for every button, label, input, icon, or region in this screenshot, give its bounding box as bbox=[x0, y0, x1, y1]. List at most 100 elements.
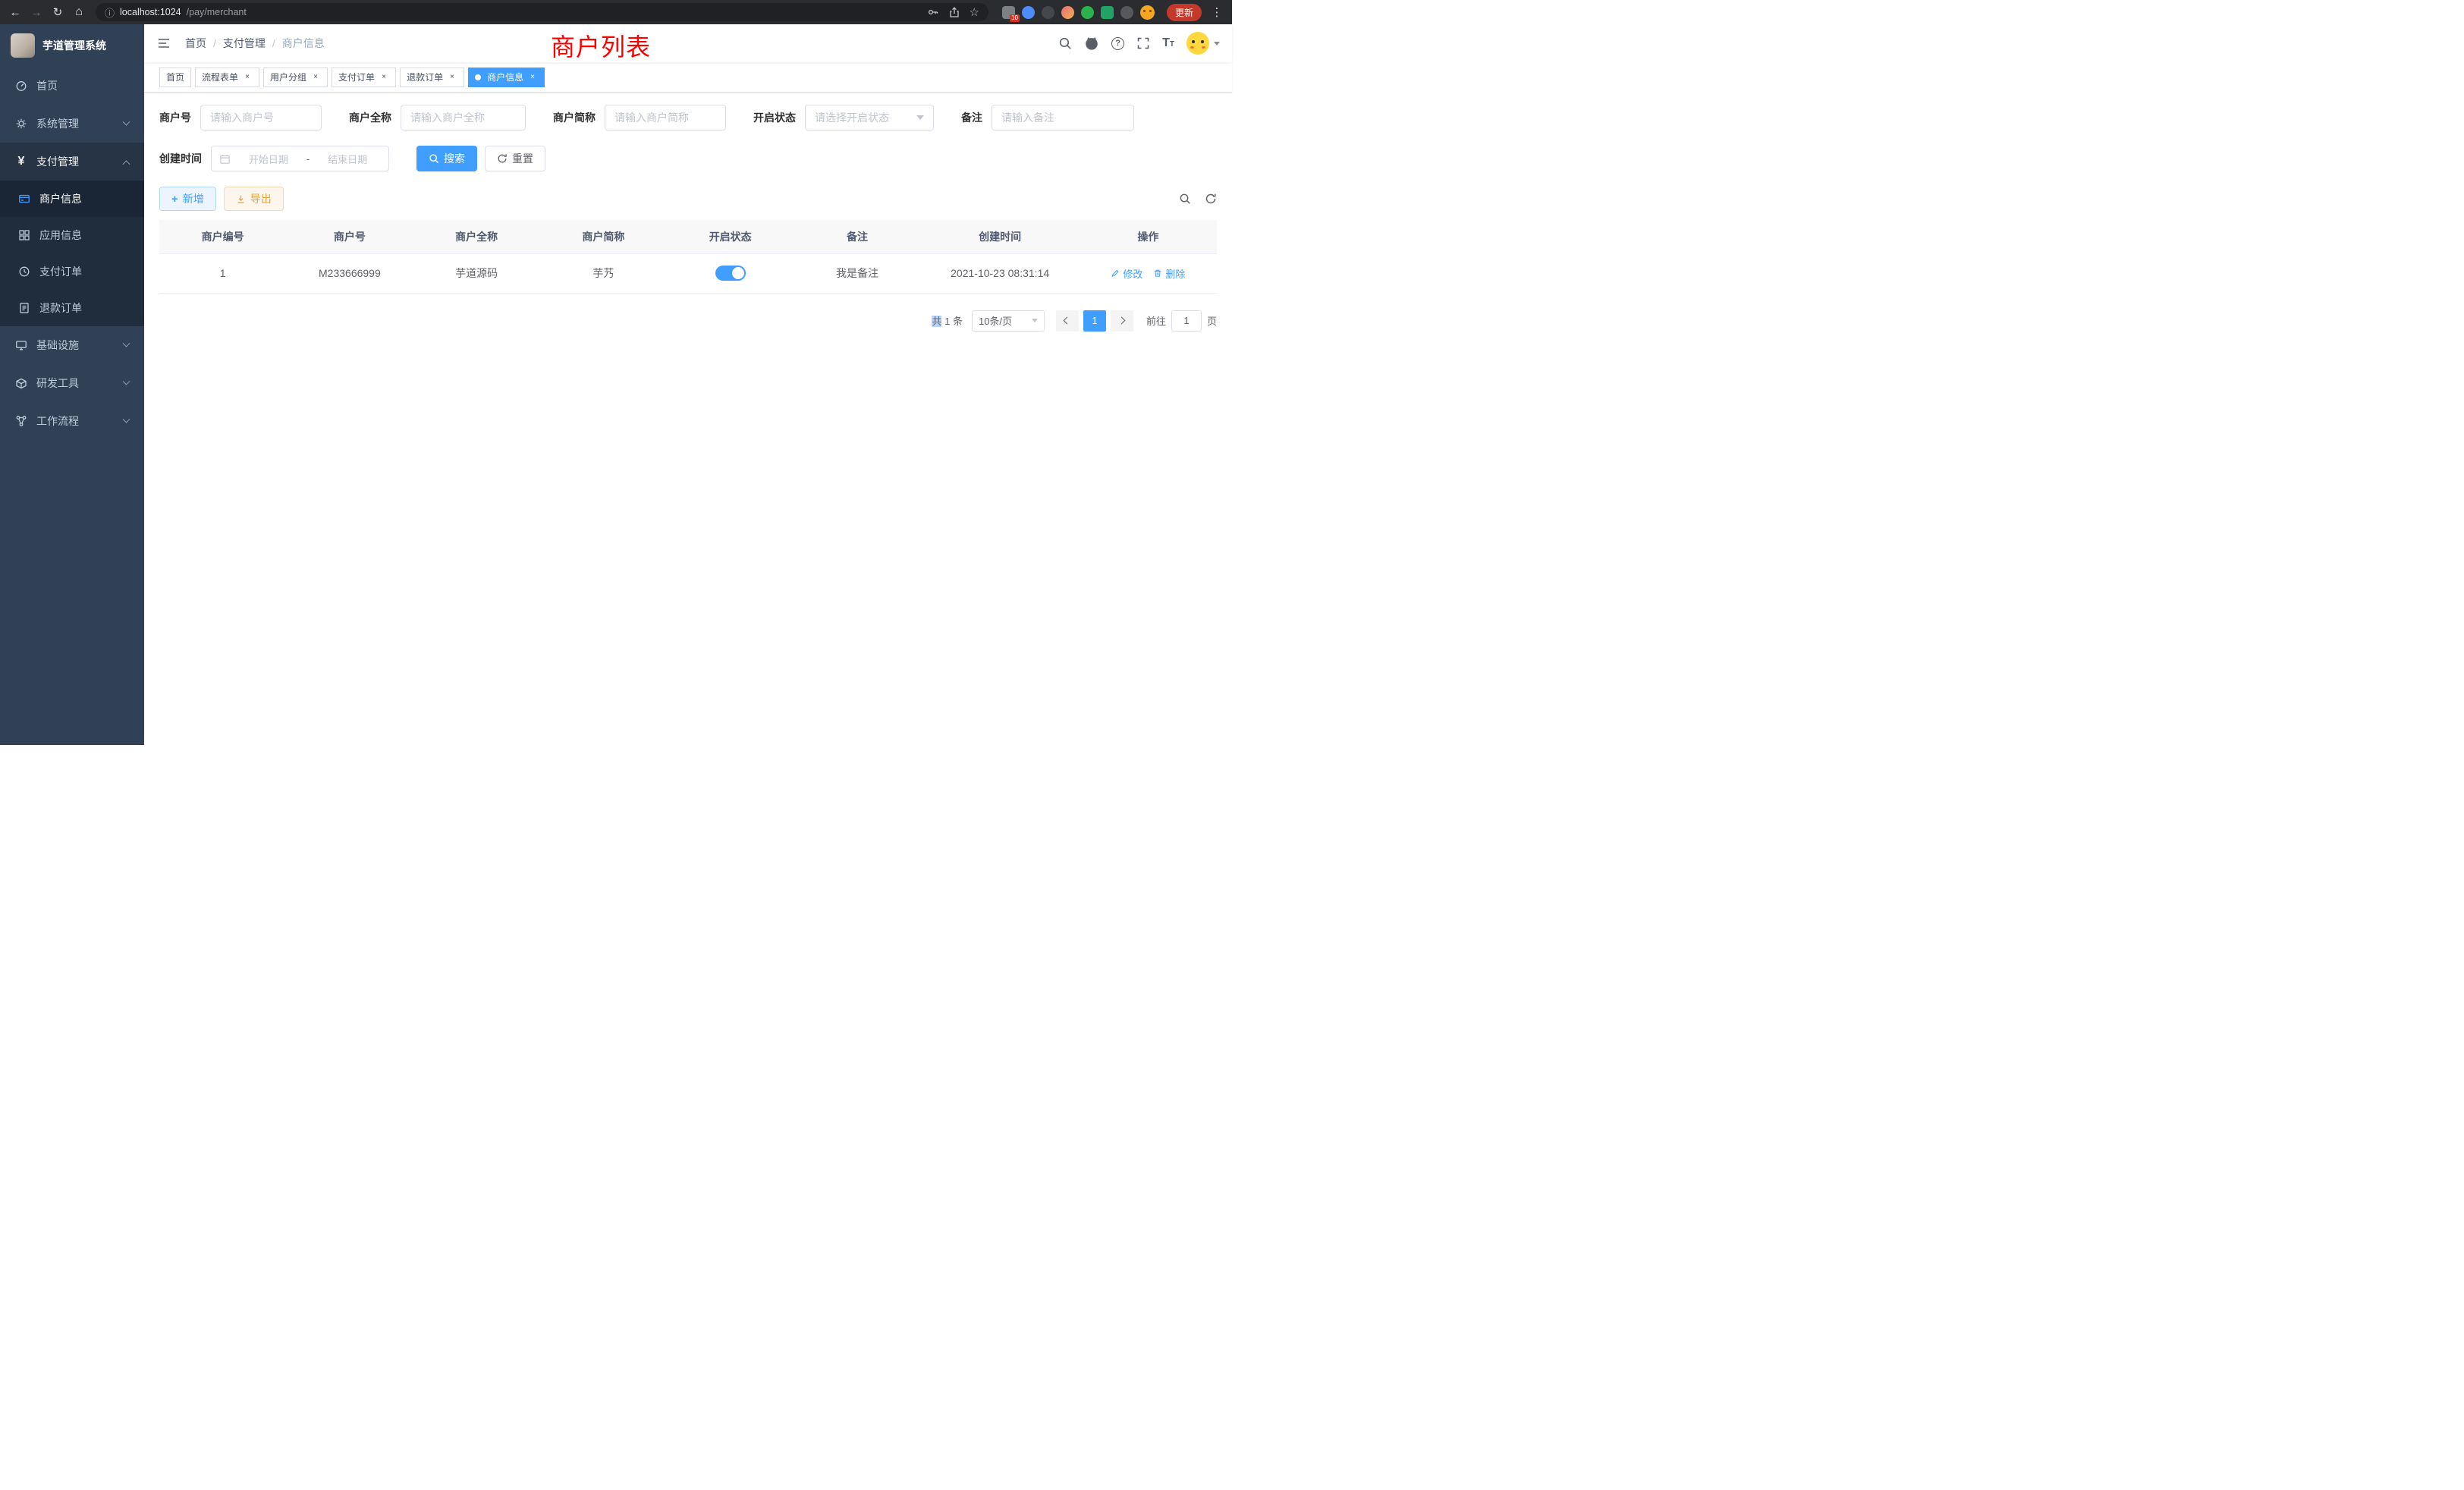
merchant-card-icon bbox=[18, 193, 30, 205]
extension-icon[interactable] bbox=[1081, 6, 1094, 19]
extension-icon[interactable]: 10 bbox=[1002, 6, 1015, 19]
sidebar-item-home[interactable]: 首页 bbox=[0, 67, 144, 105]
tab-pay-order[interactable]: 支付订单 bbox=[332, 68, 396, 87]
yen-icon: ¥ bbox=[15, 156, 27, 168]
sidebar-item-payment[interactable]: ¥ 支付管理 bbox=[0, 143, 144, 181]
tab-user-group[interactable]: 用户分组 bbox=[263, 68, 328, 87]
sidebar-item-dev-tools[interactable]: 研发工具 bbox=[0, 364, 144, 402]
browser-profile-avatar[interactable] bbox=[1140, 5, 1155, 20]
bookmark-star-icon[interactable] bbox=[970, 5, 979, 19]
address-bar[interactable]: localhost:1024 /pay/merchant bbox=[96, 3, 988, 21]
sidebar-collapse-icon[interactable] bbox=[156, 36, 171, 51]
extension-icon[interactable] bbox=[1022, 6, 1035, 19]
password-key-icon[interactable] bbox=[927, 6, 939, 18]
sidebar-item-label: 支付管理 bbox=[36, 154, 79, 169]
tab-label: 支付订单 bbox=[338, 71, 375, 83]
field-label: 开启状态 bbox=[753, 110, 796, 125]
merchant-no-input[interactable] bbox=[200, 105, 322, 130]
extension-icon[interactable] bbox=[1120, 6, 1133, 19]
total-prefix: 共 bbox=[932, 316, 941, 327]
search-button[interactable]: 搜索 bbox=[416, 146, 477, 171]
tab-label: 流程表单 bbox=[202, 71, 238, 83]
prev-page-button[interactable] bbox=[1056, 310, 1079, 332]
close-icon[interactable] bbox=[310, 72, 321, 83]
sidebar-item-system[interactable]: 系统管理 bbox=[0, 105, 144, 143]
tab-refund-order[interactable]: 退款订单 bbox=[400, 68, 464, 87]
table-header-row: 商户编号 商户号 商户全称 商户简称 开启状态 备注 创建时间 操作 bbox=[159, 220, 1217, 253]
grid-icon bbox=[18, 229, 30, 241]
fullscreen-icon[interactable] bbox=[1136, 36, 1150, 50]
caret-down-icon bbox=[916, 115, 924, 120]
breadcrumb-item[interactable]: 首页 bbox=[185, 36, 206, 51]
merchant-table: 商户编号 商户号 商户全称 商户简称 开启状态 备注 创建时间 操作 1 M23… bbox=[159, 220, 1217, 294]
cell-short-name: 芋艿 bbox=[540, 253, 667, 293]
close-icon[interactable] bbox=[447, 72, 457, 83]
select-placeholder: 请选择开启状态 bbox=[815, 110, 889, 125]
create-time-range-picker[interactable]: 开始日期 - 结束日期 bbox=[211, 146, 389, 171]
page-number-button[interactable]: 1 bbox=[1083, 310, 1106, 332]
refresh-table-icon[interactable] bbox=[1205, 193, 1217, 205]
close-icon[interactable] bbox=[527, 72, 538, 83]
browser-home-icon[interactable] bbox=[68, 2, 90, 23]
browser-forward-icon[interactable] bbox=[26, 2, 47, 23]
reset-button[interactable]: 重置 bbox=[485, 146, 545, 171]
extension-icon[interactable] bbox=[1042, 6, 1054, 19]
status-toggle[interactable] bbox=[715, 266, 746, 281]
goto-page-input[interactable] bbox=[1171, 310, 1202, 332]
user-avatar-menu[interactable] bbox=[1186, 32, 1220, 55]
help-icon[interactable] bbox=[1111, 37, 1124, 50]
site-info-icon[interactable] bbox=[105, 5, 115, 20]
merchant-fullname-input[interactable] bbox=[401, 105, 526, 130]
sidebar-item-workflow[interactable]: 工作流程 bbox=[0, 402, 144, 440]
extension-icon[interactable] bbox=[1101, 6, 1114, 19]
edit-label: 修改 bbox=[1123, 266, 1142, 281]
next-page-button[interactable] bbox=[1111, 310, 1133, 332]
close-icon[interactable] bbox=[242, 72, 253, 83]
sidebar-subitem-merchant-info[interactable]: 商户信息 bbox=[0, 181, 144, 217]
start-date-placeholder: 开始日期 bbox=[235, 152, 302, 166]
font-size-icon[interactable] bbox=[1162, 38, 1174, 49]
field-label: 商户简称 bbox=[553, 110, 596, 125]
browser-menu-icon[interactable] bbox=[1206, 2, 1227, 23]
sidebar-subitem-pay-order[interactable]: 支付订单 bbox=[0, 253, 144, 290]
tab-label: 首页 bbox=[166, 71, 184, 83]
browser-reload-icon[interactable] bbox=[47, 2, 68, 23]
add-button[interactable]: 新增 bbox=[159, 187, 216, 211]
clock-icon bbox=[18, 266, 30, 278]
browser-back-icon[interactable] bbox=[5, 2, 26, 23]
share-icon[interactable] bbox=[948, 6, 960, 18]
cell-create-time: 2021-10-23 08:31:14 bbox=[921, 253, 1080, 293]
col-header: 商户编号 bbox=[159, 220, 286, 253]
extension-icon[interactable] bbox=[1061, 6, 1074, 19]
page-size-value: 10条/页 bbox=[979, 313, 1012, 328]
merchant-shortname-input[interactable] bbox=[605, 105, 726, 130]
github-icon[interactable] bbox=[1084, 36, 1099, 51]
col-header: 创建时间 bbox=[921, 220, 1080, 253]
sidebar-subitem-app-info[interactable]: 应用信息 bbox=[0, 217, 144, 253]
breadcrumb-item[interactable]: 支付管理 bbox=[223, 36, 266, 51]
field-label: 商户全称 bbox=[349, 110, 391, 125]
sidebar-subitem-refund-order[interactable]: 退款订单 bbox=[0, 290, 144, 326]
active-dot bbox=[475, 74, 481, 80]
status-select[interactable]: 请选择开启状态 bbox=[805, 105, 934, 130]
sidebar-item-infrastructure[interactable]: 基础设施 bbox=[0, 326, 144, 364]
cell-remark: 我是备注 bbox=[794, 253, 920, 293]
app-logo[interactable]: 芋道管理系统 bbox=[0, 24, 144, 67]
export-button[interactable]: 导出 bbox=[224, 187, 284, 211]
field-label: 创建时间 bbox=[159, 151, 202, 166]
toggle-search-icon[interactable] bbox=[1179, 193, 1191, 205]
delete-button[interactable]: 删除 bbox=[1153, 266, 1185, 281]
chevron-right-icon bbox=[1118, 317, 1126, 325]
page-size-select[interactable]: 10条/页 bbox=[972, 310, 1045, 332]
remark-input[interactable] bbox=[992, 105, 1134, 130]
browser-update-button[interactable]: 更新 bbox=[1167, 4, 1202, 21]
edit-button[interactable]: 修改 bbox=[1111, 266, 1142, 281]
sidebar-subitem-label: 退款订单 bbox=[39, 300, 82, 316]
search-icon[interactable] bbox=[1058, 36, 1072, 50]
search-icon bbox=[429, 153, 439, 164]
close-icon[interactable] bbox=[379, 72, 389, 83]
tab-merchant-info[interactable]: 商户信息 bbox=[468, 68, 545, 87]
tab-home[interactable]: 首页 bbox=[159, 68, 191, 87]
tab-flow-form[interactable]: 流程表单 bbox=[195, 68, 259, 87]
breadcrumb-separator bbox=[272, 37, 275, 49]
